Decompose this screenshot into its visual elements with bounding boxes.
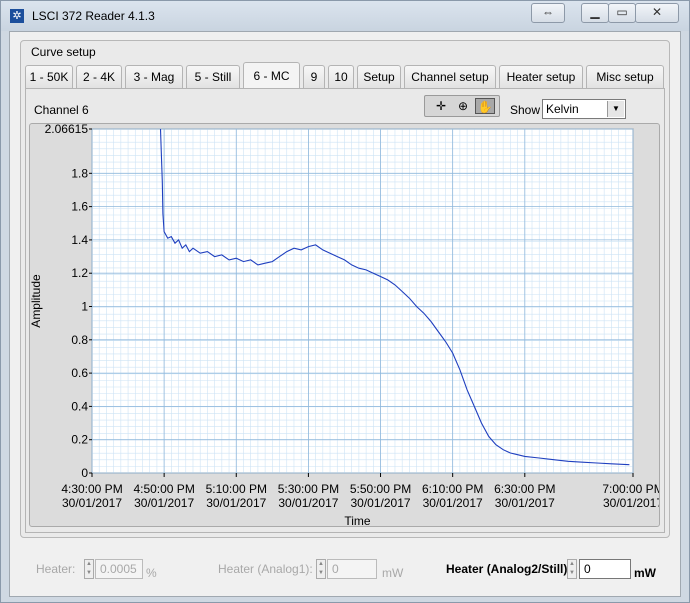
app-window: ✲ LSCI 372 Reader 4.1.3 ⇔ ▁ ▭ ✕ Curve se… <box>0 0 690 603</box>
show-unit-value: Kelvin <box>546 102 579 116</box>
heater-label: Heater: <box>36 562 76 576</box>
app-icon: ✲ <box>10 9 24 23</box>
heater-analog2-field[interactable]: 0 <box>579 559 631 579</box>
show-label: Show <box>510 103 541 117</box>
x-tick-time: 6:30:00 PM <box>494 482 555 496</box>
double-arrow-icon[interactable]: ⇔ <box>531 3 565 23</box>
close-icon[interactable]: ✕ <box>635 3 679 23</box>
x-tick-time: 4:50:00 PM <box>133 482 194 496</box>
zoom-icon[interactable]: ⊕ <box>453 98 473 114</box>
heater-analog2-spinner[interactable]: ▲ ▼ <box>567 559 577 579</box>
tab-6-mc[interactable]: 6 - MC <box>243 62 300 89</box>
heater-unit: % <box>146 566 157 580</box>
heater-analog2-unit: mW <box>634 566 656 580</box>
x-tick-date: 30/01/2017 <box>62 496 122 510</box>
x-tick-date: 30/01/2017 <box>351 496 411 510</box>
crosshair-icon[interactable]: ✛ <box>431 98 451 114</box>
y-tick-label: 0.4 <box>71 399 88 413</box>
channel-label: Channel 6 <box>34 103 89 117</box>
tab-misc-setup[interactable]: Misc setup <box>586 65 664 88</box>
x-tick-time: 7:00:00 PM <box>602 482 659 496</box>
tab-2-4k[interactable]: 2 - 4K <box>76 65 122 88</box>
title-bar[interactable]: ✲ LSCI 372 Reader 4.1.3 ⇔ ▁ ▭ ✕ <box>1 1 689 31</box>
x-tick-date: 30/01/2017 <box>495 496 555 510</box>
x-tick-date: 30/01/2017 <box>134 496 194 510</box>
heater-analog1-label: Heater (Analog1): <box>218 562 313 576</box>
x-tick-time: 5:10:00 PM <box>206 482 267 496</box>
heater-analog2-label: Heater (Analog2/Still): <box>446 562 572 576</box>
pan-hand-icon[interactable]: ✋ <box>475 98 495 114</box>
y-tick-label: 0.8 <box>71 333 88 347</box>
curve-setup-label: Curve setup <box>31 45 96 59</box>
x-tick-time: 4:30:00 PM <box>61 482 122 496</box>
y-tick-label: 0.6 <box>71 366 88 380</box>
tab-10[interactable]: 10 <box>328 65 354 88</box>
y-tick-label: 1 <box>81 300 88 314</box>
window-title: LSCI 372 Reader 4.1.3 <box>32 9 155 23</box>
x-tick-time: 5:50:00 PM <box>350 482 411 496</box>
x-tick-date: 30/01/2017 <box>423 496 483 510</box>
show-unit-select[interactable]: Kelvin ▼ <box>542 99 626 119</box>
y-tick-label: 2.06615 <box>45 124 89 136</box>
y-tick-label: 1.8 <box>71 166 88 180</box>
maximize-icon[interactable]: ▭ <box>608 3 636 23</box>
tab-9[interactable]: 9 <box>303 65 325 88</box>
x-tick-date: 30/01/2017 <box>206 496 266 510</box>
x-tick-time: 6:10:00 PM <box>422 482 483 496</box>
heater-analog1-unit: mW <box>382 566 404 580</box>
heater-field[interactable]: 0.0005 <box>95 559 143 579</box>
x-axis-label: Time <box>344 514 371 526</box>
chevron-down-icon[interactable]: ▼ <box>607 101 624 117</box>
tab-setup[interactable]: Setup <box>357 65 401 88</box>
x-tick-date: 30/01/2017 <box>278 496 338 510</box>
curve-setup-panel: Curve setup 1 - 50K 2 - 4K 3 - Mag 5 - S… <box>20 40 670 538</box>
graph-palette: ✛ ⊕ ✋ <box>424 95 500 117</box>
tab-5-still[interactable]: 5 - Still <box>186 65 240 88</box>
heater-controls: Heater: ▲ ▼ 0.0005 % Heater (Analog1): ▲ ▼… <box>16 550 676 592</box>
minimize-icon[interactable]: ▁ <box>581 3 609 23</box>
y-axis-label: Amplitude <box>30 274 43 328</box>
y-tick-label: 1.2 <box>71 266 88 280</box>
tab-3-mag[interactable]: 3 - Mag <box>125 65 183 88</box>
heater-analog1-spinner[interactable]: ▲ ▼ <box>316 559 326 579</box>
x-tick-date: 30/01/2017 <box>603 496 659 510</box>
chart-frame: 0 0.2 0.4 0.6 0.8 1 1.2 1.4 1.6 1.8 2.06615 4:30:00… <box>29 122 664 528</box>
heater-analog1-field[interactable]: 0 <box>327 559 377 579</box>
tab-channel-setup[interactable]: Channel setup <box>404 65 496 88</box>
tab-page-6-mc: Channel 6 ✛ ⊕ ✋ Show Kelvin ▼ 0 0.2 0.4 0.6… <box>25 88 665 533</box>
amplitude-chart[interactable]: 0 0.2 0.4 0.6 0.8 1 1.2 1.4 1.6 1.8 2.06615 4:30:00… <box>29 122 664 528</box>
x-tick-time: 5:30:00 PM <box>278 482 339 496</box>
heater-spinner[interactable]: ▲ ▼ <box>84 559 94 579</box>
client-area: Curve setup 1 - 50K 2 - 4K 3 - Mag 5 - S… <box>9 31 681 597</box>
y-tick-label: 1.6 <box>71 200 88 214</box>
y-tick-label: 0 <box>81 466 88 480</box>
tab-heater-setup[interactable]: Heater setup <box>499 65 583 88</box>
tab-1-50k[interactable]: 1 - 50K <box>25 65 73 88</box>
y-tick-label: 1.4 <box>71 233 88 247</box>
y-tick-label: 0.2 <box>71 433 88 447</box>
